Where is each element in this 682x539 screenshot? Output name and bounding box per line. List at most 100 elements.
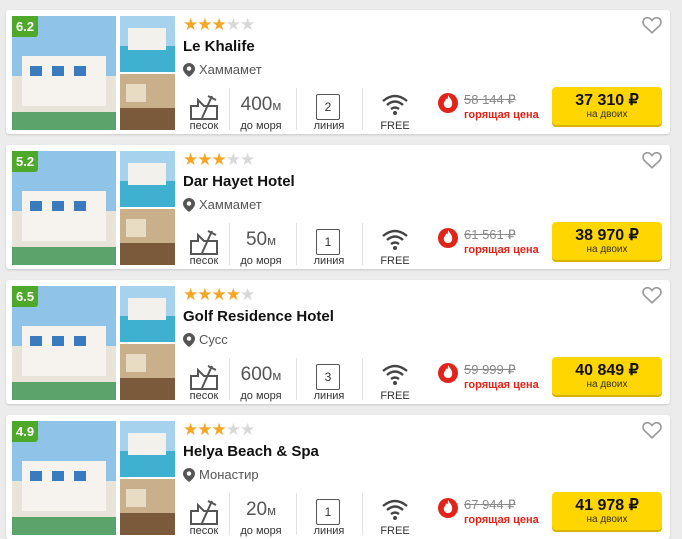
old-price: 67 944 ₽ bbox=[464, 497, 516, 512]
star-icon: ★ bbox=[240, 285, 255, 304]
hot-price-label: горящая цена bbox=[464, 109, 539, 121]
hot-price-label: горящая цена bbox=[464, 379, 539, 391]
hotel-photo-thumb[interactable] bbox=[120, 421, 175, 477]
location-pin-icon bbox=[183, 62, 195, 77]
favorite-heart-icon[interactable] bbox=[642, 16, 662, 34]
distance-to-sea: 50м до моря bbox=[232, 223, 290, 269]
distance-label: до моря bbox=[240, 255, 282, 267]
star-icon: ★ bbox=[211, 285, 227, 304]
hotel-photo-main[interactable]: 5.2 bbox=[12, 151, 116, 265]
sand-label: песок bbox=[189, 390, 219, 402]
favorite-heart-icon[interactable] bbox=[642, 151, 662, 169]
wifi-label: FREE bbox=[380, 525, 410, 537]
hotel-photo-main[interactable]: 4.9 bbox=[12, 421, 116, 535]
price-amount: 37 310 ₽ bbox=[575, 92, 639, 109]
distance-to-sea: 400м до моря bbox=[232, 88, 290, 134]
star-icon: ★ bbox=[183, 420, 198, 439]
line-number: 1 bbox=[316, 229, 340, 255]
star-icon: ★ bbox=[183, 15, 198, 34]
distance-label: до моря bbox=[240, 390, 282, 402]
divider bbox=[362, 223, 363, 265]
star-icon: ★ bbox=[225, 285, 241, 304]
distance-to-sea: 600м до моря bbox=[232, 358, 290, 404]
price-button[interactable]: 40 849 ₽ на двоих bbox=[552, 357, 662, 395]
hotel-photo-thumb[interactable] bbox=[120, 286, 175, 342]
beach-line: 2 линия bbox=[306, 88, 352, 134]
hotel-photo-thumb[interactable] bbox=[120, 209, 175, 265]
line-label: линия bbox=[313, 120, 345, 132]
beach-line: 1 линия bbox=[306, 493, 352, 539]
hotel-photo-main[interactable]: 6.5 bbox=[12, 286, 116, 400]
rating-badge: 6.5 bbox=[12, 286, 39, 307]
beach-type: песок bbox=[183, 358, 225, 404]
hotel-card[interactable]: 5.2 ★★★★★ Dar Hayet Hotel Хаммамет песок… bbox=[6, 145, 670, 269]
line-number: 2 bbox=[316, 94, 340, 120]
price-button[interactable]: 37 310 ₽ на двоих bbox=[552, 87, 662, 125]
wifi-info: FREE bbox=[371, 223, 419, 269]
star-icon: ★ bbox=[197, 285, 212, 304]
sand-label: песок bbox=[189, 120, 219, 132]
hotel-photo-thumb[interactable] bbox=[120, 479, 175, 535]
divider bbox=[229, 493, 230, 535]
price-button[interactable]: 38 970 ₽ на двоих bbox=[552, 222, 662, 260]
hotel-card[interactable]: 6.2 ★★★★★ Le Khalife Хаммамет песок 400м… bbox=[6, 10, 670, 134]
location-text: Сусс bbox=[199, 332, 228, 347]
rating-badge: 4.9 bbox=[12, 421, 39, 442]
wifi-label: FREE bbox=[380, 120, 410, 132]
hotel-photo bbox=[120, 16, 175, 72]
wifi-icon bbox=[382, 499, 408, 520]
line-number: 3 bbox=[316, 364, 340, 390]
location-pin-icon bbox=[183, 332, 195, 347]
location-text: Хаммамет bbox=[199, 197, 262, 212]
divider bbox=[362, 88, 363, 130]
hotel-name[interactable]: Golf Residence Hotel bbox=[183, 308, 334, 325]
price-for-two-label: на двоих bbox=[586, 244, 628, 255]
hotel-name[interactable]: Helya Beach & Spa bbox=[183, 443, 319, 460]
old-price: 58 144 ₽ bbox=[464, 92, 516, 107]
beach-type: песок bbox=[183, 88, 225, 134]
hotel-photo-thumb[interactable] bbox=[120, 151, 175, 207]
flame-icon bbox=[438, 498, 458, 518]
wifi-info: FREE bbox=[371, 493, 419, 539]
beach-type: песок bbox=[183, 493, 225, 539]
star-icon: ★ bbox=[211, 420, 227, 439]
line-label: линия bbox=[313, 255, 345, 267]
divider bbox=[296, 493, 297, 535]
sand-label: песок bbox=[189, 255, 219, 267]
price-amount: 38 970 ₽ bbox=[575, 227, 639, 244]
hotel-name[interactable]: Le Khalife bbox=[183, 38, 255, 55]
price-for-two-label: на двоих bbox=[586, 514, 628, 525]
wifi-icon bbox=[382, 364, 408, 385]
divider bbox=[296, 358, 297, 400]
wifi-label: FREE bbox=[380, 390, 410, 402]
wifi-label: FREE bbox=[380, 255, 410, 267]
favorite-heart-icon[interactable] bbox=[642, 421, 662, 439]
divider bbox=[362, 358, 363, 400]
price-for-two-label: на двоих bbox=[586, 109, 628, 120]
hotel-photo-thumb[interactable] bbox=[120, 344, 175, 400]
location-text: Монастир bbox=[199, 467, 259, 482]
star-icon: ★ bbox=[183, 285, 198, 304]
line-label: линия bbox=[313, 390, 345, 402]
distance-label: до моря bbox=[240, 120, 282, 132]
location-pin-icon bbox=[183, 197, 195, 212]
hotel-photo bbox=[120, 479, 175, 535]
beach-line: 3 линия bbox=[306, 358, 352, 404]
beach-line: 1 линия bbox=[306, 223, 352, 269]
flame-icon bbox=[438, 228, 458, 248]
hotel-card[interactable]: 4.9 ★★★★★ Helya Beach & Spa Монастир пес… bbox=[6, 415, 670, 539]
hotel-photo-main[interactable]: 6.2 bbox=[12, 16, 116, 130]
divider bbox=[229, 358, 230, 400]
star-rating: ★★★★★ bbox=[183, 285, 255, 304]
hotel-card[interactable]: 6.5 ★★★★★ Golf Residence Hotel Сусс песо… bbox=[6, 280, 670, 404]
hotel-photo-thumb[interactable] bbox=[120, 74, 175, 130]
price-button[interactable]: 41 978 ₽ на двоих bbox=[552, 492, 662, 530]
hot-price-label: горящая цена bbox=[464, 244, 539, 256]
distance-value: 20м bbox=[245, 499, 277, 520]
star-rating: ★★★★★ bbox=[183, 15, 255, 34]
hotel-photo-thumb[interactable] bbox=[120, 16, 175, 72]
hotel-name[interactable]: Dar Hayet Hotel bbox=[183, 173, 295, 190]
hotel-photo bbox=[120, 286, 175, 342]
favorite-heart-icon[interactable] bbox=[642, 286, 662, 304]
hotel-photo bbox=[120, 344, 175, 400]
